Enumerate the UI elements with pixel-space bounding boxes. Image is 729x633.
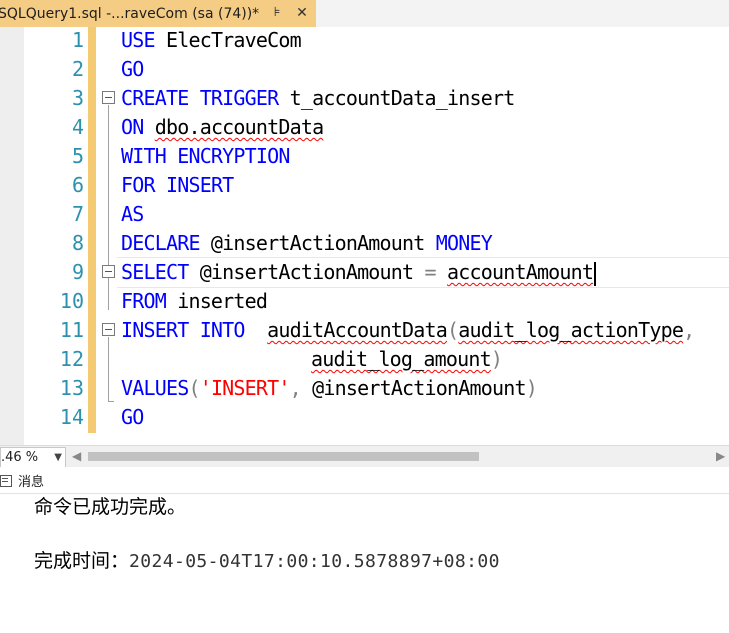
message-success: 命令已成功完成。	[34, 496, 187, 518]
outline-line	[108, 337, 109, 401]
operator: )	[525, 376, 538, 400]
scroll-left-icon[interactable]: ◀	[72, 449, 81, 463]
outline-end	[108, 401, 114, 402]
operator: (	[188, 376, 200, 400]
code-line[interactable]: WITH ENCRYPTION	[121, 142, 290, 171]
identifier: dbo.accountData	[154, 115, 324, 139]
identifier: auditAccountData	[267, 318, 448, 342]
identifier: audit_log_actionType	[458, 318, 684, 342]
messages-icon	[0, 473, 12, 487]
keyword: ENCRYPTION	[165, 144, 290, 168]
keyword: AS	[121, 202, 144, 226]
operator: )	[490, 347, 503, 371]
code-line[interactable]: INSERT INTO auditAccountData(audit_log_a…	[121, 316, 695, 345]
results-tab-bar: 消息	[0, 467, 729, 494]
code-line[interactable]: GO	[121, 403, 144, 432]
outline-line	[108, 105, 109, 310]
sql-editor[interactable]: 1 2 3 4 5 6 7 8 9 10 11 12 13 14 USE Ele…	[0, 27, 729, 445]
operator: ,	[289, 376, 302, 400]
line-number: 14	[59, 405, 84, 429]
document-tab[interactable]: SQLQuery1.sql -...raveCom (sa (74))* ⊧ ✕	[0, 0, 316, 27]
code-line[interactable]: VALUES('INSERT', @insertActionAmount)	[121, 374, 538, 403]
zoom-value: .46 %	[1, 450, 39, 465]
line-number: 12	[59, 347, 84, 371]
change-tracking-bar	[88, 27, 96, 433]
operator: (	[447, 318, 459, 342]
string-literal: 'INSERT'	[199, 376, 291, 400]
editor-status-row: .46 % ▼ ◀ ▶	[0, 445, 729, 468]
completion-label: 完成时间：	[34, 550, 130, 572]
editor-margin	[0, 27, 24, 445]
line-number: 2	[71, 57, 84, 81]
text-caret	[594, 261, 597, 286]
code-line[interactable]: USE ElecTraveCom	[121, 27, 302, 55]
identifier: audit_log_amount	[311, 347, 492, 371]
operator: =	[424, 260, 437, 284]
code-line[interactable]: CREATE TRIGGER t_accountData_insert	[121, 84, 516, 113]
collapse-icon[interactable]	[102, 323, 115, 336]
line-number: 10	[59, 289, 84, 313]
line-number: 5	[71, 144, 84, 168]
tab-messages-label: 消息	[18, 474, 45, 490]
collapse-icon[interactable]	[102, 91, 115, 104]
identifier: @insertActionAmount	[199, 231, 436, 255]
keyword: GO	[121, 405, 144, 429]
code-line[interactable]: ON dbo.accountData	[121, 113, 324, 142]
operator: ,	[683, 318, 695, 342]
line-number: 13	[59, 376, 84, 400]
close-icon[interactable]: ✕	[295, 6, 309, 20]
messages-pane[interactable]: 命令已成功完成。 完成时间：2024-05-04T17:00:10.587889…	[0, 494, 729, 633]
scroll-right-icon[interactable]: ▶	[716, 449, 725, 463]
keyword: USE	[121, 28, 156, 52]
identifier: @insertActionAmount	[300, 376, 526, 400]
keyword: CREATE	[121, 86, 189, 110]
code-line[interactable]: SELECT @insertActionAmount = accountAmou…	[121, 258, 597, 287]
identifier: accountAmount	[447, 260, 594, 284]
keyword: WITH	[121, 144, 167, 168]
collapse-icon[interactable]	[102, 265, 115, 278]
keyword: FROM	[121, 289, 167, 313]
keyword: SELECT	[121, 260, 189, 284]
code-line[interactable]: FOR INSERT	[121, 171, 234, 200]
keyword: INTO	[188, 318, 246, 342]
message-completion-time: 完成时间：2024-05-04T17:00:10.5878897+08:00	[34, 548, 500, 575]
document-tab-title[interactable]: SQLQuery1.sql -...raveCom (sa (74))*	[0, 6, 259, 22]
line-number: 4	[71, 115, 84, 139]
keyword: ON	[121, 115, 144, 139]
line-number: 8	[71, 231, 84, 255]
keyword: FOR	[121, 173, 156, 197]
chevron-down-icon[interactable]: ▼	[54, 448, 62, 467]
keyword: INSERT	[121, 318, 189, 342]
code-line[interactable]: GO	[121, 55, 144, 84]
line-number: 11	[59, 318, 84, 342]
keyword: GO	[121, 57, 144, 81]
identifier: t_accountData_insert	[278, 86, 516, 110]
pin-icon[interactable]: ⊧	[270, 6, 284, 20]
keyword: TRIGGER	[188, 86, 280, 110]
line-number: 9	[71, 260, 84, 284]
tab-messages[interactable]: 消息	[0, 469, 44, 491]
keyword: DECLARE	[121, 231, 200, 255]
keyword: INSERT	[154, 173, 234, 197]
identifier: inserted	[165, 289, 268, 313]
keyword: MONEY	[435, 231, 493, 255]
code-line[interactable]: audit_log_amount)	[311, 345, 503, 374]
document-tab-strip: SQLQuery1.sql -...raveCom (sa (74))* ⊧ ✕	[0, 0, 729, 28]
identifier: @insertActionAmount	[188, 260, 425, 284]
horizontal-scrollbar-thumb[interactable]	[88, 452, 479, 461]
completion-timestamp: 2024-05-04T17:00:10.5878897+08:00	[129, 551, 500, 572]
code-line[interactable]: FROM inserted	[121, 287, 268, 316]
zoom-dropdown[interactable]: .46 % ▼	[0, 447, 66, 468]
code-line[interactable]: AS	[121, 200, 144, 229]
line-number: 6	[71, 173, 84, 197]
line-number: 3	[71, 86, 84, 110]
code-line[interactable]: DECLARE @insertActionAmount MONEY	[121, 229, 493, 258]
line-number: 1	[71, 28, 84, 52]
line-number: 7	[71, 202, 84, 226]
keyword: VALUES	[121, 376, 189, 400]
identifier: ElecTraveCom	[154, 28, 302, 52]
